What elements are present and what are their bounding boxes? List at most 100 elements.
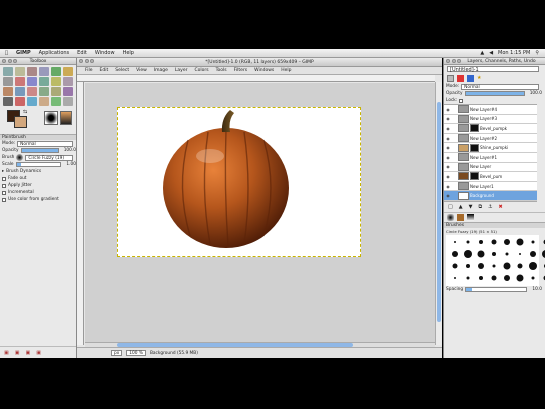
reset-options-icon[interactable]: ▣ <box>36 350 41 356</box>
lock-pixels-checkbox[interactable] <box>459 98 464 103</box>
move-tool-icon[interactable] <box>63 77 73 86</box>
rect-select-tool-icon[interactable] <box>3 67 13 76</box>
wifi-icon[interactable]: ▲ <box>480 50 484 56</box>
menu-window[interactable]: Window <box>95 50 115 56</box>
brush-swatch[interactable] <box>463 262 473 271</box>
layer-row[interactable]: ◉ Bevel_pum <box>444 172 537 182</box>
bucket-fill-tool-icon[interactable] <box>27 97 37 106</box>
visibility-eye-icon[interactable]: ◉ <box>444 155 452 160</box>
duplicate-layer-icon[interactable]: ⧉ <box>478 204 482 210</box>
layer-name[interactable]: New Layer <box>470 164 491 169</box>
image-canvas[interactable] <box>117 107 361 257</box>
incremental-row[interactable]: Incremental <box>0 189 76 196</box>
gradient-checkbox[interactable] <box>2 197 6 202</box>
scale-slider[interactable] <box>15 162 62 167</box>
image-selector[interactable]: [Untitled]-1 <box>447 66 539 73</box>
layer-name[interactable]: Bevel_pum <box>480 174 502 179</box>
brush-swatch[interactable] <box>463 250 473 259</box>
visibility-eye-icon[interactable]: ◉ <box>444 193 452 198</box>
vertical-scrollbar[interactable] <box>435 82 442 345</box>
pencil-tool-icon[interactable] <box>51 97 61 106</box>
brush-swatch[interactable] <box>541 250 545 259</box>
layer-row[interactable]: ◉ New Layer#1 <box>444 153 537 163</box>
fade-out-checkbox[interactable] <box>2 176 6 181</box>
brush-swatch[interactable] <box>489 274 499 283</box>
align-tool-icon[interactable] <box>3 87 13 96</box>
spacing-value[interactable]: 10.0 <box>532 287 542 292</box>
shear-tool-icon[interactable] <box>51 87 61 96</box>
brush-swatch[interactable] <box>515 262 525 271</box>
layer-mask-thumbnail[interactable] <box>470 143 479 152</box>
clock[interactable]: Mon 1:15 PM <box>498 50 530 56</box>
save-options-icon[interactable]: ▣ <box>4 350 9 356</box>
volume-icon[interactable]: ◀ <box>489 50 493 56</box>
dynamics-row[interactable]: ▸ Brush Dynamics <box>0 168 76 175</box>
flip-tool-icon[interactable] <box>3 97 13 106</box>
layer-name[interactable]: New Layer1 <box>470 184 494 189</box>
vertical-ruler[interactable] <box>77 82 84 345</box>
window-controls[interactable] <box>79 59 94 63</box>
brush-swatch[interactable] <box>489 262 499 271</box>
ellipse-select-tool-icon[interactable] <box>15 67 25 76</box>
layer-name[interactable]: New Layer#4 <box>470 107 497 112</box>
gradients-tab-icon[interactable] <box>467 213 474 221</box>
layer-opacity-slider[interactable] <box>464 91 525 96</box>
patterns-tab-icon[interactable] <box>457 213 464 221</box>
brush-swatch[interactable] <box>463 238 473 247</box>
swap-colors-icon[interactable]: ⇆ <box>23 109 27 115</box>
incremental-checkbox[interactable] <box>2 190 6 195</box>
scale-tool-icon[interactable] <box>39 87 49 96</box>
brush-swatch[interactable] <box>528 274 538 283</box>
opacity-value[interactable]: 100.0 <box>64 148 76 153</box>
paths-tab-icon[interactable] <box>467 74 474 82</box>
menu-app-name[interactable]: GIMP <box>16 50 31 56</box>
menu-colors[interactable]: Colors <box>194 68 208 73</box>
menu-help[interactable]: Help <box>281 68 291 73</box>
layer-opacity-value[interactable]: 100.0 <box>530 91 542 96</box>
layer-name[interactable]: Bevel_pumpk <box>480 126 507 131</box>
fuzzy-select-tool-icon[interactable] <box>39 67 49 76</box>
brush-swatch[interactable] <box>476 250 486 259</box>
brush-swatch[interactable] <box>450 238 460 247</box>
menu-layer[interactable]: Layer <box>175 68 188 73</box>
visibility-eye-icon[interactable]: ◉ <box>444 116 452 121</box>
undo-tab-icon[interactable]: ★ <box>477 75 481 81</box>
unit-select[interactable]: px <box>111 350 123 356</box>
brush-swatch[interactable] <box>541 238 545 247</box>
menu-edit[interactable]: Edit <box>100 68 109 73</box>
lower-layer-icon[interactable]: ▼ <box>469 204 473 210</box>
layer-row[interactable]: ◉ New Layer <box>444 162 537 173</box>
layer-name[interactable]: Background <box>470 193 494 198</box>
foreground-select-tool-icon[interactable] <box>3 77 13 86</box>
scissors-tool-icon[interactable] <box>63 67 73 76</box>
visibility-eye-icon[interactable]: ◉ <box>444 145 452 150</box>
menu-image[interactable]: Image <box>154 68 168 73</box>
layer-name[interactable]: New Layer#2 <box>470 136 497 141</box>
jitter-row[interactable]: Apply Jitter <box>0 182 76 189</box>
brush-swatch[interactable] <box>515 274 525 283</box>
gradient-row[interactable]: Use color from gradient <box>0 196 76 203</box>
brush-swatch[interactable] <box>541 274 545 283</box>
perspective-tool-icon[interactable] <box>63 87 73 96</box>
menu-help[interactable]: Help <box>123 50 134 56</box>
menu-file[interactable]: File <box>85 68 93 73</box>
window-controls[interactable] <box>446 59 461 63</box>
brush-swatch[interactable] <box>528 238 538 247</box>
fade-out-row[interactable]: Fade out <box>0 175 76 182</box>
color-select-tool-icon[interactable] <box>51 67 61 76</box>
menu-applications[interactable]: Applications <box>39 50 70 56</box>
visibility-eye-icon[interactable]: ◉ <box>444 184 452 189</box>
new-layer-icon[interactable]: □ <box>448 204 453 210</box>
brush-swatch[interactable] <box>502 250 512 259</box>
layer-name[interactable]: New Layer#1 <box>470 155 497 160</box>
menu-filters[interactable]: Filters <box>234 68 248 73</box>
paintbrush-tool-icon[interactable] <box>63 97 73 106</box>
brush-swatch[interactable] <box>502 238 512 247</box>
crop-tool-icon[interactable] <box>15 87 25 96</box>
brush-swatch[interactable] <box>450 250 460 259</box>
brush-swatch[interactable] <box>450 262 460 271</box>
scale-value[interactable]: 1.00 <box>66 162 76 167</box>
brush-swatch[interactable] <box>489 250 499 259</box>
expander-icon[interactable]: ▸ <box>2 169 4 174</box>
jitter-checkbox[interactable] <box>2 183 6 188</box>
